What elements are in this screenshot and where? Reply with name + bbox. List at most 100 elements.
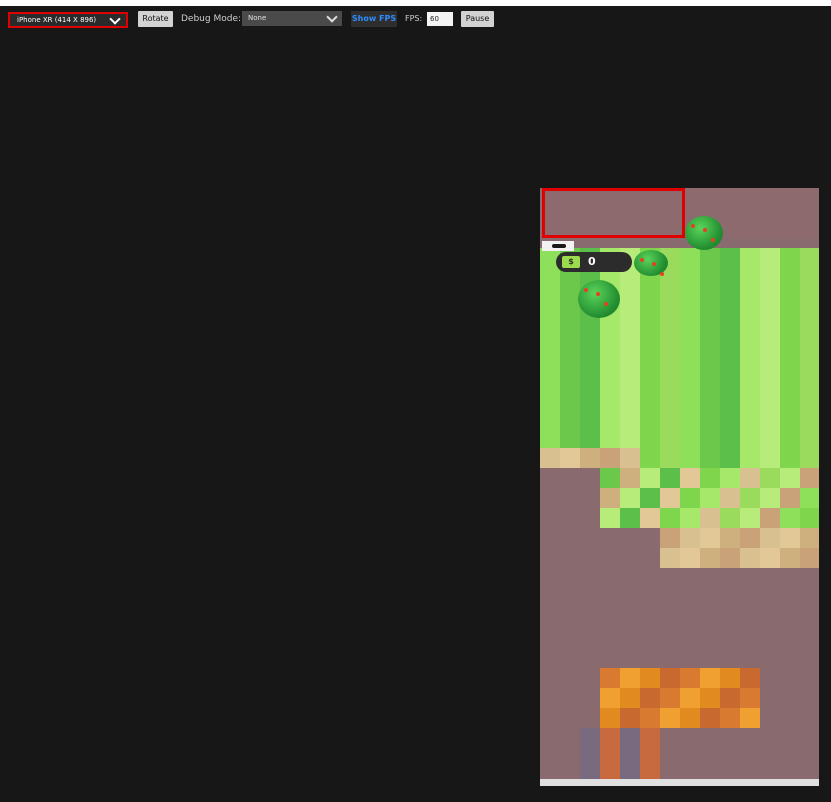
scene-tile — [600, 648, 620, 668]
scene-tile — [560, 388, 580, 408]
scene-tile — [800, 528, 819, 548]
scene-tile — [800, 688, 819, 708]
home-button[interactable] — [542, 241, 574, 251]
scene-tile — [660, 408, 680, 428]
scene-tile — [720, 428, 740, 448]
scene-tile — [540, 268, 560, 288]
pause-button[interactable]: Pause — [461, 11, 494, 27]
scene-tile — [680, 488, 700, 508]
scene-tile — [540, 688, 560, 708]
rotate-button[interactable]: Rotate — [138, 11, 173, 27]
scene-tile — [680, 748, 700, 768]
scene-tile — [700, 728, 720, 748]
scene-tile — [760, 548, 780, 568]
scene-tile — [580, 728, 600, 748]
scene-tile — [620, 288, 640, 308]
debug-mode-select[interactable]: None — [242, 11, 342, 26]
scene-tile — [800, 408, 819, 428]
device-select[interactable]: iPhone XR (414 X 896) — [8, 12, 128, 28]
scene-tile — [740, 388, 760, 408]
scene-tile — [580, 648, 600, 668]
scene-tile — [700, 548, 720, 568]
scene-tile — [660, 528, 680, 548]
device-select-value: iPhone XR (414 X 896) — [17, 16, 97, 24]
scene-tile — [660, 628, 680, 648]
scene-tile — [780, 608, 800, 628]
show-fps-toggle[interactable]: Show FPS — [351, 11, 397, 27]
scene-tile — [620, 428, 640, 448]
scene-tile — [760, 248, 780, 268]
scene-tile — [680, 348, 700, 368]
scene-tile — [640, 588, 660, 608]
scene-tile — [560, 568, 580, 588]
scene-tile — [760, 488, 780, 508]
debug-mode-label: Debug Mode: — [181, 14, 242, 24]
scene-tile — [660, 728, 680, 748]
fps-input[interactable]: 60 — [427, 12, 453, 26]
scene-tile — [680, 368, 700, 388]
scene-tile — [720, 468, 740, 488]
tree-icon — [578, 280, 620, 318]
scene-tile — [780, 368, 800, 388]
scene-tile — [800, 708, 819, 728]
scene-tile — [740, 268, 760, 288]
scene-tile — [580, 428, 600, 448]
scene-tile — [700, 428, 720, 448]
scene-tile — [720, 328, 740, 348]
scene-tile — [740, 728, 760, 748]
scene-tile — [540, 748, 560, 768]
scene-tile — [800, 728, 819, 748]
scene-tile — [760, 688, 780, 708]
scene-tile — [720, 748, 740, 768]
scene-tile — [580, 588, 600, 608]
scene-tile — [780, 628, 800, 648]
scene-tile — [740, 668, 760, 688]
scene-tile — [640, 728, 660, 748]
scene-tile — [780, 748, 800, 768]
scene-tile — [620, 648, 640, 668]
scene-tile — [740, 288, 760, 308]
scene-tile — [700, 588, 720, 608]
scene-tile — [700, 368, 720, 388]
scene-tile — [600, 508, 620, 528]
scene-tile — [780, 428, 800, 448]
scene-tile — [560, 508, 580, 528]
scene-tile — [560, 708, 580, 728]
scene-tile — [660, 388, 680, 408]
scene-tile — [560, 648, 580, 668]
scene-tile — [640, 748, 660, 768]
scene-tile — [780, 688, 800, 708]
scene-tile — [800, 468, 819, 488]
scene-tile — [660, 308, 680, 328]
scene-tile — [660, 488, 680, 508]
scene-tile — [800, 308, 819, 328]
scene-tile — [720, 508, 740, 528]
scene-tile — [640, 368, 660, 388]
scene-tile — [680, 468, 700, 488]
scene-tile — [620, 728, 640, 748]
scene-tile — [600, 548, 620, 568]
scene-tile — [620, 328, 640, 348]
scene-tile — [800, 648, 819, 668]
scene-tile — [600, 728, 620, 748]
scene-tile — [700, 308, 720, 328]
scene-tile — [580, 708, 600, 728]
scene-tile — [760, 468, 780, 488]
scene-tile — [540, 428, 560, 448]
scene-tile — [740, 588, 760, 608]
scene-tile — [800, 548, 819, 568]
scene-tile — [760, 508, 780, 528]
scene-tile — [580, 408, 600, 428]
scene-tile — [700, 388, 720, 408]
scene-tile — [800, 508, 819, 528]
fps-label: FPS: — [405, 14, 423, 23]
scene-tile — [760, 628, 780, 648]
scene-tile — [700, 668, 720, 688]
scene-tile — [640, 628, 660, 648]
scene-tile — [760, 728, 780, 748]
scene-tile — [600, 568, 620, 588]
scene-tile — [560, 628, 580, 648]
tree-icon — [685, 216, 723, 250]
game-viewport[interactable]: $ 0 — [540, 188, 819, 786]
scene-tile — [680, 648, 700, 668]
